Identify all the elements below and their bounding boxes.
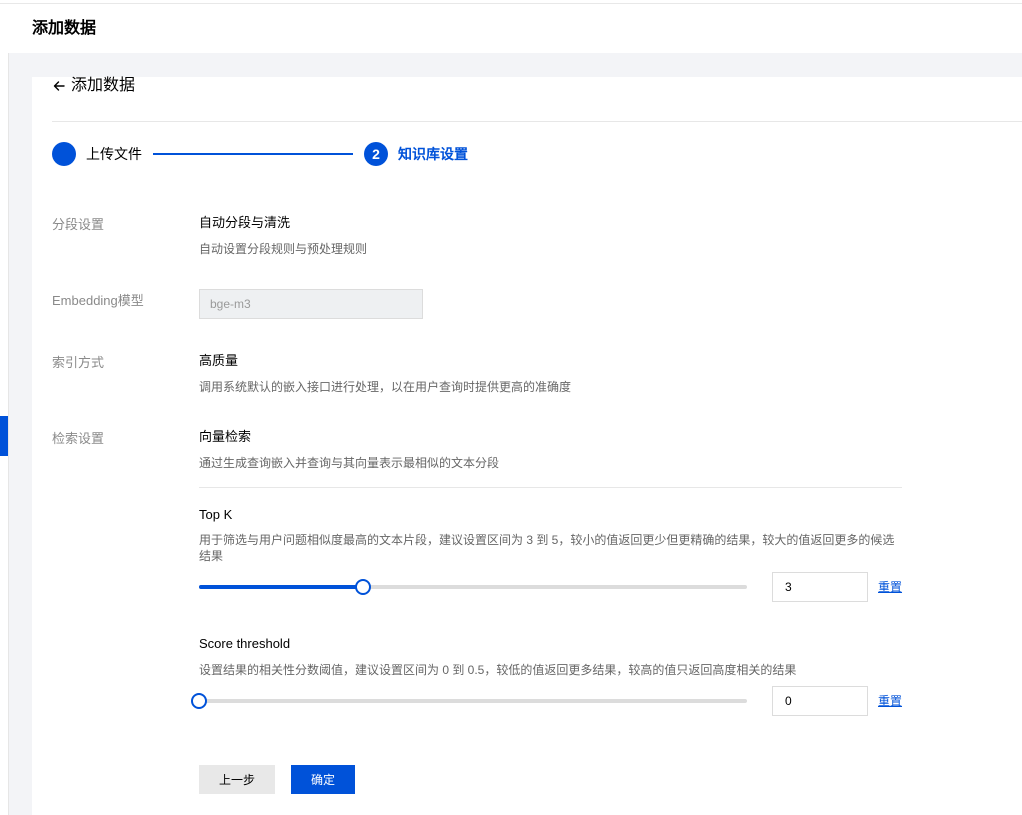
segment-label: 分段设置 [52,217,105,232]
topk-slider[interactable] [199,579,747,595]
topk-slider-handle[interactable] [355,579,371,595]
page-title: 添加数据 [32,20,97,37]
header-divider [52,121,1022,122]
segment-option-title: 自动分段与清洗 [199,215,291,230]
step-2-dot: 2 [364,142,388,166]
index-label: 索引方式 [52,355,105,370]
score-title: Score threshold [199,636,291,651]
embedding-label: Embedding模型 [52,293,144,308]
score-slider-track[interactable] [199,699,747,703]
arrow-left-icon [52,79,66,93]
score-input[interactable]: 0 [772,686,868,716]
step-connector [153,153,353,155]
score-slider[interactable] [191,693,747,709]
topk-desc: 用于筛选与用户问题相似度最高的文本片段，建议设置区间为 3 到 5，较小的值返回… [199,533,895,563]
step-1-dot [52,142,76,166]
retrieval-label: 检索设置 [52,431,105,446]
score-reset-link[interactable]: 重置 [878,693,902,710]
score-slider-handle[interactable] [191,693,207,709]
step-1-label: 上传文件 [86,146,142,162]
previous-step-button[interactable]: 上一步 [199,765,275,794]
segment-option-desc: 自动设置分段规则与预处理规则 [199,242,368,256]
back-label: 添加数据 [71,77,136,94]
step-2-label: 知识库设置 [398,146,468,162]
page-header: 添加数据 [0,4,1022,53]
index-option-desc: 调用系统默认的嵌入接口进行处理，以在用户查询时提供更高的准确度 [199,380,572,394]
topk-title: Top K [199,507,233,522]
back-button[interactable]: 添加数据 [52,75,135,97]
topk-reset-link[interactable]: 重置 [878,579,902,596]
embedding-model-field: bge-m3 [199,289,423,319]
topk-input[interactable]: 3 [772,572,868,602]
retrieval-option-desc: 通过生成查询嵌入并查询与其向量表示最相似的文本分段 [199,456,500,470]
score-desc: 设置结果的相关性分数阈值，建议设置区间为 0 到 0.5，较低的值返回更多结果，… [199,663,797,677]
retrieval-divider [199,487,902,488]
index-option-title: 高质量 [199,353,239,368]
retrieval-option-title: 向量检索 [199,429,252,444]
left-rail-indicator [0,416,8,456]
confirm-button[interactable]: 确定 [291,765,355,794]
topk-slider-fill [199,585,363,589]
